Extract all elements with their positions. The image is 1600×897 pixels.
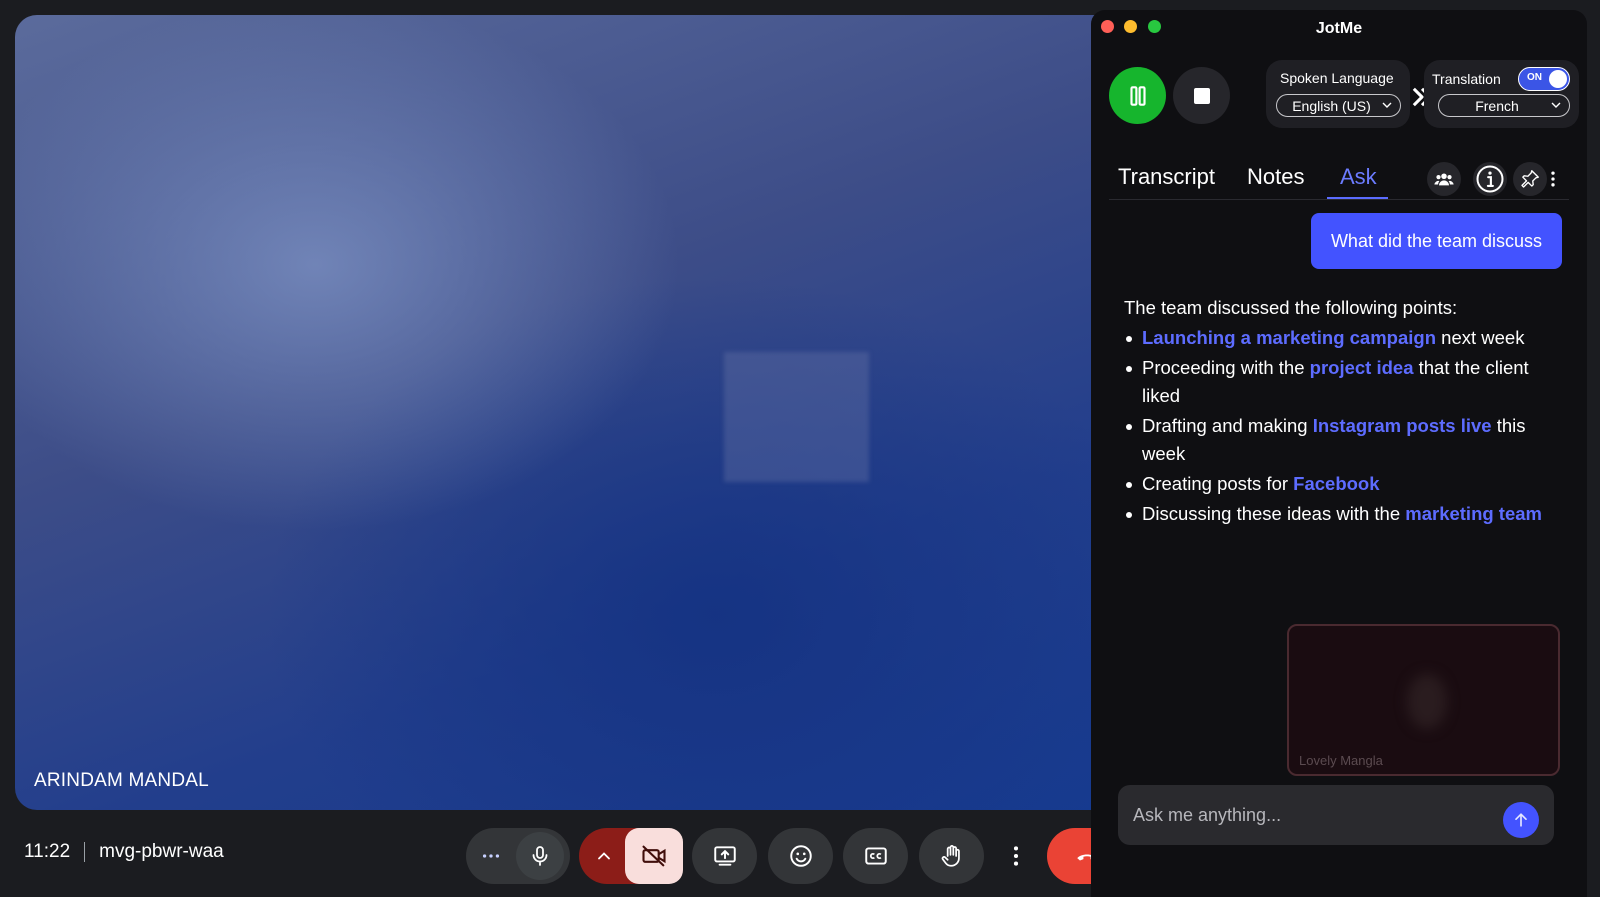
- raise-hand-icon: [941, 845, 960, 867]
- answer-point: Launching a marketing campaign next week: [1124, 324, 1564, 352]
- jotme-titlebar: JotMe: [1091, 10, 1587, 48]
- emoji-icon: [789, 845, 812, 867]
- active-tab-indicator: [1327, 197, 1388, 199]
- answer-point: Drafting and making Instagram posts live…: [1124, 412, 1564, 468]
- info-icon: [1476, 165, 1504, 193]
- spoken-language-label: Spoken Language: [1280, 70, 1394, 86]
- participant-video-tile: ARINDAM MANDAL: [15, 15, 1125, 810]
- users-icon: [1434, 173, 1454, 186]
- stop-icon: [1193, 87, 1210, 104]
- answer-text: Discussing these ideas with the: [1142, 503, 1406, 524]
- meeting-code: mvg-pbwr-waa: [99, 841, 224, 862]
- raise-hand-button[interactable]: [919, 828, 984, 884]
- mic-control-group: [466, 828, 570, 884]
- toggle-knob: [1549, 70, 1567, 88]
- camera-toggle-button[interactable]: [625, 828, 683, 884]
- translation-label: Translation: [1432, 71, 1501, 87]
- tabs-divider: [1109, 199, 1569, 200]
- answer-point: Proceeding with the project idea that th…: [1124, 354, 1564, 410]
- answer-highlight: Launching a marketing campaign: [1142, 327, 1437, 348]
- app-title: JotMe: [1315, 20, 1363, 37]
- ask-input-bar: [1118, 785, 1554, 845]
- jotme-more-button[interactable]: [1543, 162, 1563, 196]
- answer-text: Creating posts for: [1142, 473, 1294, 494]
- participants-button[interactable]: [1427, 162, 1461, 196]
- tab-ask[interactable]: Ask: [1340, 164, 1377, 190]
- translation-language-value: French: [1475, 97, 1519, 114]
- more-actions-button[interactable]: [995, 828, 1037, 884]
- camera-options-button[interactable]: [591, 842, 617, 870]
- send-button[interactable]: [1503, 802, 1539, 838]
- ai-answer: The team discussed the following points:…: [1124, 294, 1564, 530]
- answer-point: Creating posts for Facebook: [1124, 470, 1564, 498]
- more-vert-icon: [1013, 846, 1019, 866]
- answer-highlight: marketing team: [1405, 503, 1542, 524]
- pin-icon: [1521, 170, 1539, 188]
- info-button[interactable]: [1473, 162, 1507, 196]
- more-vert-icon: [1551, 171, 1555, 187]
- tab-transcript[interactable]: Transcript: [1118, 164, 1215, 190]
- answer-points-list: Launching a marketing campaign next week…: [1124, 324, 1564, 528]
- jotme-tabs: Transcript Notes Ask: [1091, 150, 1587, 200]
- camera-control-group: [579, 828, 683, 884]
- blurred-video-region: [724, 352, 869, 482]
- microphone-icon: [532, 846, 548, 866]
- camera-off-icon: [642, 845, 666, 867]
- pip-video-silhouette: [1407, 674, 1447, 729]
- answer-highlight: Facebook: [1293, 473, 1380, 494]
- arrow-up-icon: [1515, 813, 1527, 827]
- pause-icon: [1129, 85, 1146, 106]
- reactions-button[interactable]: [768, 828, 833, 884]
- pause-recording-button[interactable]: [1109, 67, 1166, 124]
- captions-icon: [864, 847, 887, 865]
- jotme-window: JotMe Spoken Language English (US) Trans…: [1091, 10, 1587, 897]
- answer-text: Drafting and making: [1142, 415, 1313, 436]
- meeting-time: 11:22: [24, 841, 71, 862]
- translation-language-select[interactable]: French: [1438, 94, 1570, 117]
- answer-text: Proceeding with the: [1142, 357, 1310, 378]
- translation-toggle-state: ON: [1527, 72, 1542, 83]
- chevron-down-icon: [1551, 102, 1561, 108]
- pip-participant-name: Lovely Mangla: [1299, 753, 1383, 768]
- present-screen-icon: [713, 846, 736, 866]
- more-options-button[interactable]: [476, 842, 506, 870]
- microphone-button[interactable]: [516, 832, 564, 880]
- answer-text: next week: [1436, 327, 1525, 348]
- spoken-language-panel: Spoken Language English (US): [1266, 60, 1410, 128]
- answer-highlight: project idea: [1309, 357, 1414, 378]
- spoken-language-value: English (US): [1292, 97, 1371, 114]
- answer-intro: The team discussed the following points:: [1124, 297, 1458, 318]
- stop-recording-button[interactable]: [1173, 67, 1230, 124]
- more-horiz-icon: [482, 854, 500, 858]
- participant-pip-tile[interactable]: Lovely Mangla: [1287, 624, 1560, 776]
- chevron-up-icon: [598, 852, 610, 860]
- captions-button[interactable]: [843, 828, 908, 884]
- present-button[interactable]: [692, 828, 757, 884]
- answer-highlight: Instagram posts live: [1312, 415, 1492, 436]
- tab-notes[interactable]: Notes: [1247, 164, 1304, 190]
- ask-input[interactable]: [1133, 802, 1493, 828]
- meeting-info: 11:22 mvg-pbwr-waa: [24, 832, 224, 872]
- translation-toggle[interactable]: ON: [1518, 67, 1570, 91]
- pin-window-button[interactable]: [1513, 162, 1547, 196]
- chevron-down-icon: [1382, 102, 1392, 108]
- participant-name: ARINDAM MANDAL: [34, 770, 209, 791]
- spoken-language-select[interactable]: English (US): [1276, 94, 1401, 117]
- meeting-info-divider: [84, 842, 86, 862]
- translation-panel: Translation ON French: [1424, 60, 1579, 128]
- answer-point: Discussing these ideas with the marketin…: [1124, 500, 1564, 528]
- user-question-bubble: What did the team discuss: [1311, 213, 1562, 269]
